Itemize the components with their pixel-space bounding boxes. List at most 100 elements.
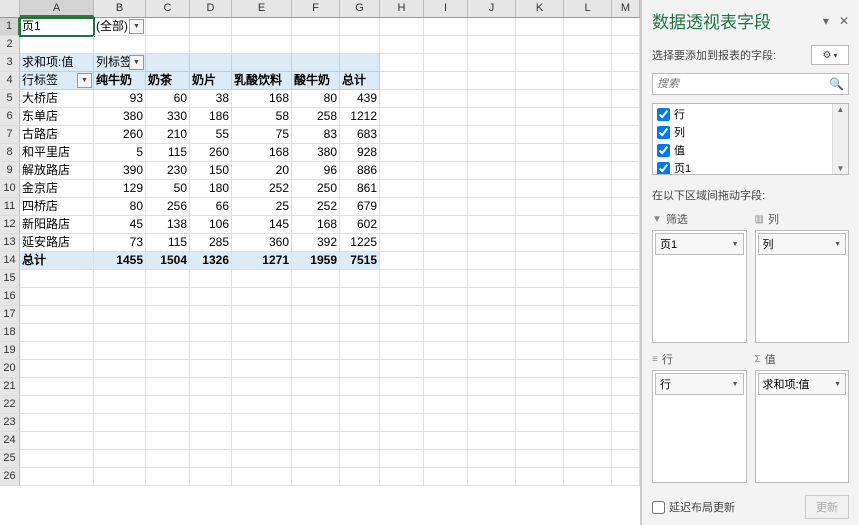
cell-F25[interactable] (292, 450, 340, 468)
cell-A22[interactable] (20, 396, 94, 414)
cell-K16[interactable] (516, 288, 564, 306)
cell-J6[interactable] (468, 108, 516, 126)
field-item-3[interactable]: 页1 (653, 159, 848, 175)
cell-K22[interactable] (516, 396, 564, 414)
row-header-16[interactable]: 16 (0, 288, 20, 306)
cell-L17[interactable] (564, 306, 612, 324)
row-header-25[interactable]: 25 (0, 450, 20, 468)
cell-L16[interactable] (564, 288, 612, 306)
cell-I15[interactable] (424, 270, 468, 288)
cell-F5[interactable]: 80 (292, 90, 340, 108)
cell-I24[interactable] (424, 432, 468, 450)
rows-drop-zone[interactable]: 行▼ (652, 370, 747, 483)
cell-C12[interactable]: 138 (146, 216, 190, 234)
cell-L26[interactable] (564, 468, 612, 486)
cell-B4[interactable]: 纯牛奶 (94, 72, 146, 90)
cell-M6[interactable] (612, 108, 640, 126)
cell-H8[interactable] (380, 144, 424, 162)
cell-J16[interactable] (468, 288, 516, 306)
row-header-14[interactable]: 14 (0, 252, 20, 270)
cell-J3[interactable] (468, 54, 516, 72)
cell-E16[interactable] (232, 288, 292, 306)
cell-L4[interactable] (564, 72, 612, 90)
cell-F24[interactable] (292, 432, 340, 450)
cell-A8[interactable]: 和平里店 (20, 144, 94, 162)
cell-K21[interactable] (516, 378, 564, 396)
cell-L10[interactable] (564, 180, 612, 198)
cell-E23[interactable] (232, 414, 292, 432)
select-all-corner[interactable] (0, 0, 20, 17)
cell-A9[interactable]: 解放路店 (20, 162, 94, 180)
cell-G5[interactable]: 439 (340, 90, 380, 108)
cell-C14[interactable]: 1504 (146, 252, 190, 270)
cell-F8[interactable]: 380 (292, 144, 340, 162)
row-header-18[interactable]: 18 (0, 324, 20, 342)
cell-K15[interactable] (516, 270, 564, 288)
cell-F15[interactable] (292, 270, 340, 288)
cell-L14[interactable] (564, 252, 612, 270)
cell-K3[interactable] (516, 54, 564, 72)
row-header-5[interactable]: 5 (0, 90, 20, 108)
cell-A5[interactable]: 大桥店 (20, 90, 94, 108)
cell-E14[interactable]: 1271 (232, 252, 292, 270)
cell-F20[interactable] (292, 360, 340, 378)
cell-G15[interactable] (340, 270, 380, 288)
scroll-down-icon[interactable]: ▼ (836, 163, 846, 174)
cell-K12[interactable] (516, 216, 564, 234)
cell-H21[interactable] (380, 378, 424, 396)
cell-G21[interactable] (340, 378, 380, 396)
cell-B5[interactable]: 93 (94, 90, 146, 108)
cell-K4[interactable] (516, 72, 564, 90)
cell-E7[interactable]: 75 (232, 126, 292, 144)
column-header-I[interactable]: I (424, 0, 468, 17)
cell-D26[interactable] (190, 468, 232, 486)
filter-item-0[interactable]: 页1▼ (655, 233, 744, 255)
column-header-H[interactable]: H (380, 0, 424, 17)
pane-menu-icon[interactable]: ▾ (823, 14, 829, 28)
cell-A4[interactable]: 行标签 (20, 72, 94, 90)
cell-D22[interactable] (190, 396, 232, 414)
cell-M2[interactable] (612, 36, 640, 54)
cell-J23[interactable] (468, 414, 516, 432)
cell-C8[interactable]: 115 (146, 144, 190, 162)
cell-C10[interactable]: 50 (146, 180, 190, 198)
cell-M20[interactable] (612, 360, 640, 378)
cell-I10[interactable] (424, 180, 468, 198)
cell-I21[interactable] (424, 378, 468, 396)
cell-G14[interactable]: 7515 (340, 252, 380, 270)
cell-F1[interactable] (292, 18, 340, 36)
cell-E8[interactable]: 168 (232, 144, 292, 162)
cell-D23[interactable] (190, 414, 232, 432)
cell-B20[interactable] (94, 360, 146, 378)
cell-D14[interactable]: 1326 (190, 252, 232, 270)
cell-C19[interactable] (146, 342, 190, 360)
cell-I16[interactable] (424, 288, 468, 306)
cell-A11[interactable]: 四桥店 (20, 198, 94, 216)
cell-G8[interactable]: 928 (340, 144, 380, 162)
column-header-E[interactable]: E (232, 0, 292, 17)
cell-F11[interactable]: 252 (292, 198, 340, 216)
cell-C25[interactable] (146, 450, 190, 468)
cell-H18[interactable] (380, 324, 424, 342)
cell-L12[interactable] (564, 216, 612, 234)
cell-K26[interactable] (516, 468, 564, 486)
spreadsheet-grid[interactable]: ABCDEFGHIJKLM 1页1(全部)23求和项:值列标签4行标签纯牛奶奶茶… (0, 0, 641, 525)
cell-H22[interactable] (380, 396, 424, 414)
cell-D19[interactable] (190, 342, 232, 360)
cell-J25[interactable] (468, 450, 516, 468)
cell-C9[interactable]: 230 (146, 162, 190, 180)
cell-A14[interactable]: 总计 (20, 252, 94, 270)
values-item-0[interactable]: 求和项:值▼ (758, 373, 847, 395)
chevron-down-icon[interactable]: ▼ (732, 381, 739, 388)
cell-I17[interactable] (424, 306, 468, 324)
cell-J7[interactable] (468, 126, 516, 144)
cell-F7[interactable]: 83 (292, 126, 340, 144)
chevron-down-icon[interactable]: ▼ (834, 241, 841, 248)
row-header-10[interactable]: 10 (0, 180, 20, 198)
cell-F6[interactable]: 258 (292, 108, 340, 126)
cell-H16[interactable] (380, 288, 424, 306)
cell-H25[interactable] (380, 450, 424, 468)
cell-M17[interactable] (612, 306, 640, 324)
cell-G11[interactable]: 679 (340, 198, 380, 216)
cell-C6[interactable]: 330 (146, 108, 190, 126)
